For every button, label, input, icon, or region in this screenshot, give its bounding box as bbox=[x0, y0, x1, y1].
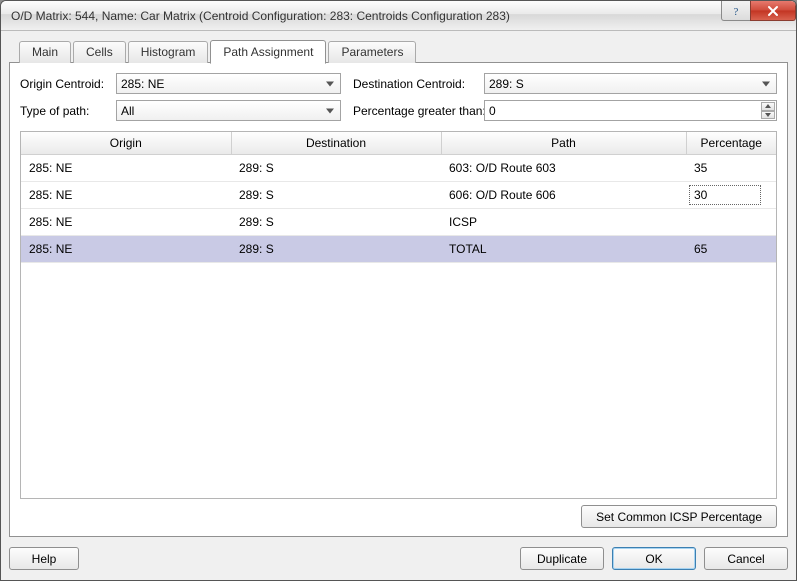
col-header-destination[interactable]: Destination bbox=[231, 132, 441, 155]
cell-path: TOTAL bbox=[441, 236, 686, 263]
spinner-arrows bbox=[761, 102, 775, 119]
pct-greater-value: 0 bbox=[489, 104, 496, 118]
cell-origin: 285: NE bbox=[21, 182, 231, 209]
dest-centroid-combo[interactable]: 289: S bbox=[484, 73, 777, 94]
cell-percentage[interactable]: 30 bbox=[686, 182, 776, 209]
path-table-wrap: Origin Destination Path Percentage 285: … bbox=[20, 131, 777, 499]
origin-centroid-value: 285: NE bbox=[121, 77, 164, 91]
cell-percentage[interactable]: 35 bbox=[686, 155, 776, 182]
origin-centroid-label: Origin Centroid: bbox=[20, 77, 110, 91]
table-row[interactable]: 285: NE289: STOTAL65 bbox=[21, 236, 776, 263]
cell-origin: 285: NE bbox=[21, 155, 231, 182]
percentage-edit-input[interactable]: 30 bbox=[689, 185, 761, 205]
pct-greater-label: Percentage greater than: bbox=[353, 104, 478, 118]
tab-parameters[interactable]: Parameters bbox=[328, 41, 416, 63]
cell-percentage[interactable] bbox=[686, 209, 776, 236]
titlebar: O/D Matrix: 544, Name: Car Matrix (Centr… bbox=[1, 1, 796, 31]
type-of-path-combo[interactable]: All bbox=[116, 100, 341, 121]
tab-path-assignment[interactable]: Path Assignment bbox=[210, 40, 326, 64]
close-icon[interactable] bbox=[750, 1, 796, 21]
table-row[interactable]: 285: NE289: SICSP bbox=[21, 209, 776, 236]
cell-origin: 285: NE bbox=[21, 209, 231, 236]
pct-greater-spinner[interactable]: 0 bbox=[484, 100, 777, 121]
col-header-path[interactable]: Path bbox=[441, 132, 686, 155]
tab-cells[interactable]: Cells bbox=[73, 41, 126, 63]
type-of-path-value: All bbox=[121, 104, 134, 118]
table-header-row: Origin Destination Path Percentage bbox=[21, 132, 776, 155]
origin-centroid-combo[interactable]: 285: NE bbox=[116, 73, 341, 94]
cell-path: ICSP bbox=[441, 209, 686, 236]
svg-text:?: ? bbox=[734, 6, 739, 17]
duplicate-button[interactable]: Duplicate bbox=[520, 547, 604, 570]
help-icon[interactable]: ? bbox=[721, 1, 751, 21]
tab-page-path-assignment: Origin Centroid: 285: NE Destination Cen… bbox=[9, 62, 788, 537]
cell-destination: 289: S bbox=[231, 209, 441, 236]
cell-percentage[interactable]: 65 bbox=[686, 236, 776, 263]
dialog-window: O/D Matrix: 544, Name: Car Matrix (Centr… bbox=[0, 0, 797, 581]
cell-origin: 285: NE bbox=[21, 236, 231, 263]
path-table: Origin Destination Path Percentage 285: … bbox=[21, 132, 776, 263]
cell-path: 606: O/D Route 606 bbox=[441, 182, 686, 209]
set-common-icsp-button[interactable]: Set Common ICSP Percentage bbox=[581, 505, 777, 528]
col-header-origin[interactable]: Origin bbox=[21, 132, 231, 155]
window-title: O/D Matrix: 544, Name: Car Matrix (Centr… bbox=[11, 9, 722, 23]
spinner-up-icon[interactable] bbox=[761, 102, 775, 111]
titlebar-buttons: ? bbox=[722, 1, 796, 30]
type-of-path-label: Type of path: bbox=[20, 104, 110, 118]
dest-centroid-label: Destination Centroid: bbox=[353, 77, 478, 91]
table-row[interactable]: 285: NE289: S606: O/D Route 60630 bbox=[21, 182, 776, 209]
tabstrip: Main Cells Histogram Path Assignment Par… bbox=[19, 39, 788, 62]
table-row[interactable]: 285: NE289: S603: O/D Route 60335 bbox=[21, 155, 776, 182]
cell-destination: 289: S bbox=[231, 155, 441, 182]
help-button[interactable]: Help bbox=[9, 547, 79, 570]
col-header-percentage[interactable]: Percentage bbox=[686, 132, 776, 155]
cell-destination: 289: S bbox=[231, 182, 441, 209]
dialog-footer: Help Duplicate OK Cancel bbox=[9, 547, 788, 570]
cancel-button[interactable]: Cancel bbox=[704, 547, 788, 570]
tab-main[interactable]: Main bbox=[19, 41, 71, 63]
dest-centroid-value: 289: S bbox=[489, 77, 524, 91]
client-area: Main Cells Histogram Path Assignment Par… bbox=[1, 31, 796, 580]
ok-button[interactable]: OK bbox=[612, 547, 696, 570]
row-origin-dest: Origin Centroid: 285: NE Destination Cen… bbox=[20, 73, 777, 94]
spinner-down-icon[interactable] bbox=[761, 111, 775, 120]
tab-histogram[interactable]: Histogram bbox=[128, 41, 209, 63]
row-type-pct: Type of path: All Percentage greater tha… bbox=[20, 100, 777, 121]
under-table-row: Set Common ICSP Percentage bbox=[20, 505, 777, 528]
cell-destination: 289: S bbox=[231, 236, 441, 263]
cell-path: 603: O/D Route 603 bbox=[441, 155, 686, 182]
